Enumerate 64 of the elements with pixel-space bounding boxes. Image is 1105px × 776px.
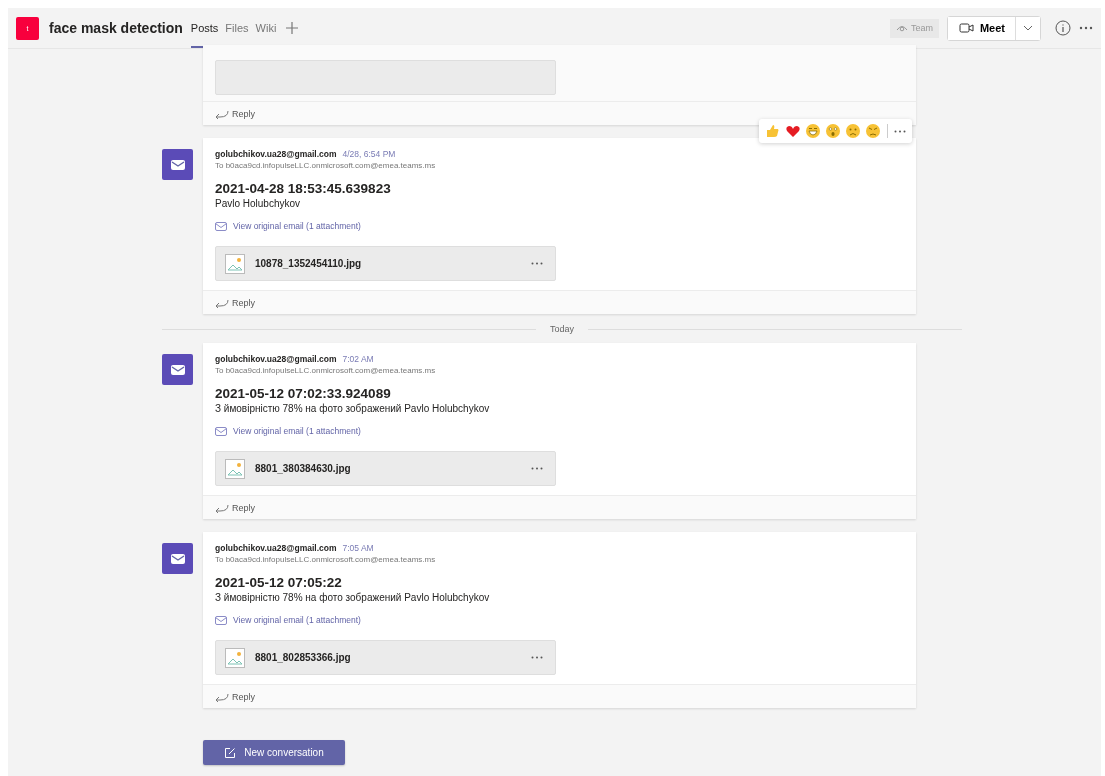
view-email-link[interactable]: View original email (1 attachment) — [233, 221, 361, 231]
recipient-line: To b0aca9cd.infopulseLLC.onmicrosoft.com@emea.teams.ms — [215, 365, 437, 376]
channel-tab[interactable]: Wiki — [255, 8, 277, 48]
more-options-icon[interactable] — [531, 467, 543, 470]
meet-split-button[interactable]: Meet — [946, 15, 1041, 41]
surprised-face-icon[interactable] — [825, 123, 841, 139]
envelope-icon — [215, 426, 227, 436]
envelope-icon — [170, 553, 185, 564]
message-time: 4/28, 6:54 PM — [342, 149, 396, 159]
message-subject: 2021-05-12 07:05:22 — [215, 574, 343, 591]
reply-button[interactable]: Reply — [215, 502, 255, 513]
thumbs-up-icon[interactable] — [765, 123, 781, 139]
laughing-face-icon[interactable] — [805, 123, 821, 139]
reply-arrow-icon — [215, 691, 229, 702]
sender-email: golubchikov.ua28@gmail.com — [215, 149, 337, 159]
message-time: 7:02 AM — [342, 354, 374, 364]
reply-arrow-icon — [215, 297, 229, 308]
attachment-card[interactable]: 8801_802853366.jpg — [215, 640, 556, 675]
attachment-name: 8801_380384630.jpg — [255, 463, 352, 474]
sad-face-icon[interactable] — [845, 123, 861, 139]
attachment-card[interactable]: 8801_380384630.jpg — [215, 451, 556, 486]
channel-title: face mask detection — [49, 20, 183, 36]
message-subject: 2021-04-28 18:53:45.639823 — [215, 180, 392, 197]
image-file-icon — [225, 458, 245, 479]
view-email-link[interactable]: View original email (1 attachment) — [233, 615, 361, 625]
eye-icon — [895, 24, 908, 32]
angry-face-icon[interactable] — [865, 123, 881, 139]
view-email-link[interactable]: View original email (1 attachment) — [233, 426, 361, 436]
date-divider-label: Today — [536, 324, 588, 334]
envelope-icon — [215, 615, 227, 625]
image-file-icon — [225, 647, 245, 668]
message-body: З ймовірністю 78% на фото зображений Pavlo Holubchykov — [215, 591, 491, 605]
more-options-icon[interactable] — [894, 129, 906, 133]
recipient-line: To b0aca9cd.infopulseLLC.onmicrosoft.com@emea.teams.ms — [215, 554, 437, 565]
info-icon[interactable] — [1055, 20, 1071, 36]
more-options-icon[interactable] — [531, 262, 543, 265]
message-body: З ймовірністю 78% на фото зображений Pavlo Holubchykov — [215, 402, 491, 416]
message-subject: 2021-05-12 07:02:33.924089 — [215, 385, 392, 402]
message-time: 7:05 AM — [342, 543, 374, 553]
envelope-icon — [170, 364, 185, 375]
recipient-line: To b0aca9cd.infopulseLLC.onmicrosoft.com@emea.teams.ms — [215, 160, 437, 171]
image-file-icon — [225, 253, 245, 274]
attachment-name: 8801_802853366.jpg — [255, 652, 352, 663]
attachment-card[interactable]: 10878_1352454110.jpg — [215, 246, 556, 281]
heart-icon[interactable] — [785, 123, 801, 139]
reply-arrow-icon — [215, 108, 229, 119]
meet-button[interactable]: Meet — [947, 16, 1016, 40]
video-camera-icon — [957, 21, 974, 35]
reply-button[interactable]: Reply — [215, 297, 255, 308]
more-options-icon[interactable] — [1079, 26, 1093, 30]
reply-button[interactable]: Reply — [215, 108, 255, 119]
sender-email: golubchikov.ua28@gmail.com — [215, 354, 337, 364]
chevron-down-icon[interactable] — [1023, 25, 1033, 31]
reply-arrow-icon — [215, 502, 229, 513]
new-conversation-button[interactable]: New conversation — [203, 740, 345, 765]
envelope-icon — [170, 159, 185, 170]
more-options-icon[interactable] — [531, 656, 543, 659]
compose-icon — [224, 746, 237, 759]
reply-button[interactable]: Reply — [215, 691, 255, 702]
attachment-name: 10878_1352454110.jpg — [255, 258, 363, 269]
envelope-icon — [215, 221, 227, 231]
channel-tab[interactable]: Files — [225, 8, 249, 48]
sender-email: golubchikov.ua28@gmail.com — [215, 543, 337, 553]
message-body: Pavlo Holubchykov — [215, 197, 302, 211]
